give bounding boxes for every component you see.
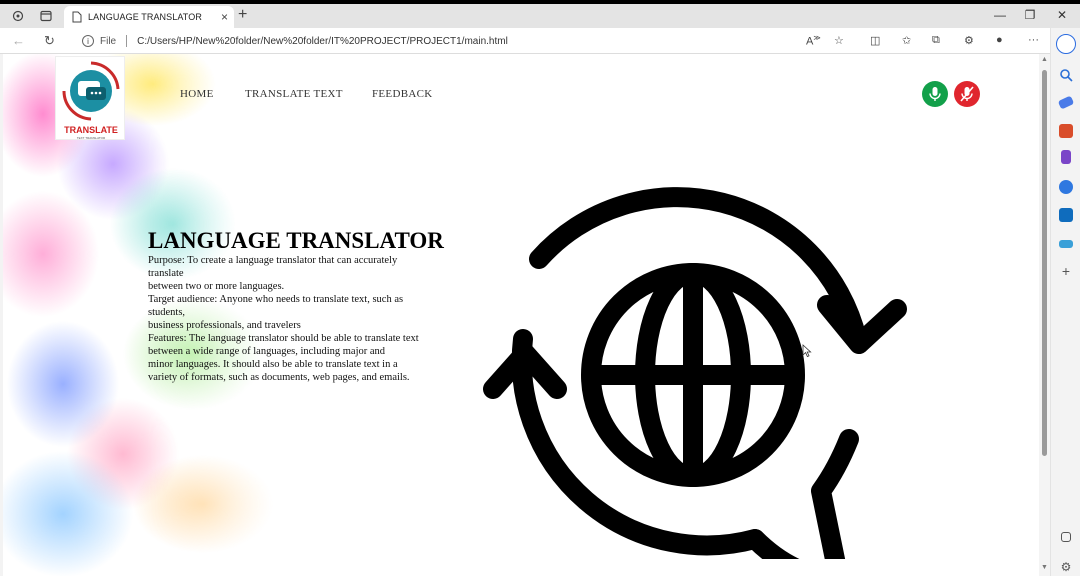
favorites-icon[interactable]: ✩	[902, 34, 911, 47]
browser-window: LANGUAGE TRANSLATOR × + — ❐ ✕ ← ↻ i File…	[0, 4, 1080, 576]
refresh-icon[interactable]: ↻	[44, 33, 55, 49]
hero-title: LANGUAGE TRANSLATOR	[148, 228, 444, 253]
description-line: Purpose: To create a language translator…	[148, 255, 398, 279]
mouse-cursor-icon	[802, 344, 812, 358]
description-line: minor languages. It should also be able …	[148, 359, 398, 370]
address-field[interactable]: i File C:/Users/HP/New%20folder/New%20fo…	[72, 31, 858, 51]
site-logo[interactable]: TRANSLATE TEXT TRANSLATOR	[55, 56, 125, 140]
nav-home[interactable]: HOME	[180, 88, 214, 100]
settings-gear-icon[interactable]: ⚙	[1059, 560, 1073, 574]
hero-description: Purpose: To create a language translator…	[148, 254, 433, 384]
games-icon[interactable]	[1061, 150, 1071, 164]
page-icon	[72, 11, 82, 23]
copilot-icon[interactable]	[1056, 34, 1076, 54]
info-icon[interactable]: i	[82, 35, 94, 47]
new-tab-icon[interactable]: +	[238, 6, 247, 24]
description-line: between two or more languages.	[148, 281, 285, 292]
minimize-icon[interactable]: —	[990, 8, 1010, 22]
description-line: Target audience: Anyone who needs to tra…	[148, 294, 404, 318]
microphone-off-icon	[960, 86, 974, 102]
url-separator	[126, 35, 128, 47]
url-text: C:/Users/HP/New%20folder/New%20folder/IT…	[137, 35, 508, 47]
tab-actions-icon[interactable]	[38, 8, 54, 24]
close-window-icon[interactable]: ✕	[1052, 8, 1072, 22]
mic-on-button[interactable]	[922, 81, 948, 107]
search-icon[interactable]	[1059, 68, 1073, 82]
close-tab-icon[interactable]: ×	[221, 10, 228, 24]
tab-language-translator[interactable]: LANGUAGE TRANSLATOR ×	[64, 6, 234, 28]
microphone-icon	[929, 87, 941, 101]
add-sidebar-icon[interactable]: +	[1059, 264, 1073, 278]
outlook-icon[interactable]	[1059, 208, 1073, 222]
more-menu-icon[interactable]: ···	[1028, 34, 1039, 46]
description-line: Features: The language translator should…	[148, 333, 419, 344]
description-line: variety of formats, such as documents, w…	[148, 372, 410, 383]
nav-feedback[interactable]: FEEDBACK	[372, 88, 432, 100]
drop-icon[interactable]	[1059, 240, 1073, 248]
description-line: business professionals, and travelers	[148, 320, 301, 331]
globe-translate-icon	[483, 187, 907, 559]
mic-off-button[interactable]	[954, 81, 980, 107]
shopping-tag-icon[interactable]	[1057, 95, 1075, 110]
address-bar-row: ← ↻ i File C:/Users/HP/New%20folder/New%…	[0, 28, 1080, 54]
office-icon[interactable]	[1059, 180, 1073, 194]
workspaces-icon[interactable]	[10, 8, 26, 24]
nav-translate-text[interactable]: TRANSLATE TEXT	[245, 88, 343, 100]
tools-icon[interactable]	[1059, 124, 1073, 138]
logo-tagline: TEXT TRANSLATOR	[76, 136, 106, 140]
restore-icon[interactable]: ❐	[1020, 8, 1040, 22]
tab-strip: LANGUAGE TRANSLATOR × + — ❐ ✕	[0, 4, 1080, 28]
profile-icon[interactable]: ●	[996, 34, 1003, 46]
back-icon[interactable]: ←	[12, 33, 25, 48]
page-viewport: TRANSLATE TEXT TRANSLATOR HOME TRANSLATE…	[3, 54, 1039, 576]
read-aloud-icon[interactable]: A≫	[806, 34, 821, 48]
favorite-star-icon[interactable]: ☆	[834, 34, 844, 47]
tab-title: LANGUAGE TRANSLATOR	[88, 12, 202, 22]
sidebar-toggle-icon[interactable]	[1061, 532, 1071, 542]
logo-text: TRANSLATE	[64, 125, 118, 135]
edge-sidebar: + ⚙	[1050, 28, 1080, 576]
scroll-down-icon[interactable]: ▼	[1041, 564, 1048, 571]
extensions-icon[interactable]: ⚙	[964, 34, 974, 47]
page-scrollbar[interactable]: ▲ ▼	[1039, 54, 1050, 576]
split-screen-icon[interactable]: ◫	[870, 34, 880, 47]
scroll-up-icon[interactable]: ▲	[1041, 56, 1048, 63]
scroll-thumb[interactable]	[1042, 70, 1047, 456]
logo-graphic	[62, 61, 120, 121]
description-line: between a wide range of languages, inclu…	[148, 346, 386, 357]
collections-icon[interactable]: ⧉	[932, 34, 940, 47]
url-scheme: File	[100, 35, 117, 47]
